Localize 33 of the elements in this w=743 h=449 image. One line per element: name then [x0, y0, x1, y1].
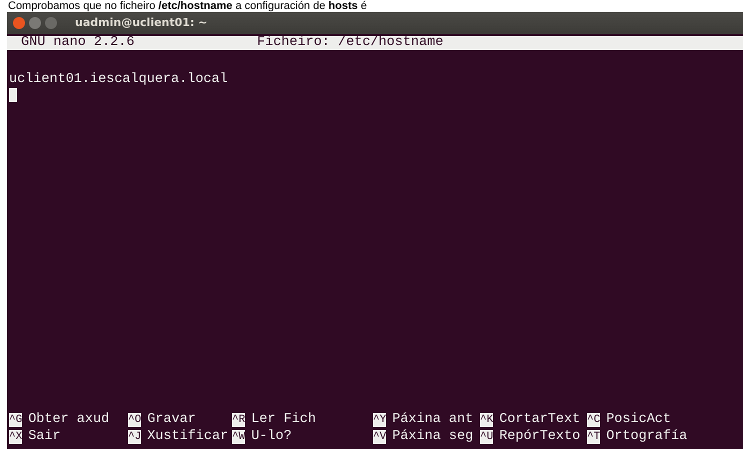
close-button[interactable] [13, 17, 25, 29]
text-line: uclient01.iescalquera.local [9, 72, 228, 88]
shortcut-label: Ortografía [606, 428, 688, 444]
shortcut-key: ^T [587, 430, 600, 444]
shortcut-label: PosicAct [606, 412, 672, 428]
window-title: uadmin@uclient01: ~ [75, 14, 208, 31]
shortcut-key: ^W [232, 430, 246, 444]
minimize-button[interactable] [29, 17, 41, 29]
shortcut-label: Sair [28, 428, 61, 444]
shortcut-key: ^U [480, 430, 494, 444]
shortcut-key: ^K [480, 412, 494, 426]
shortcut-key: ^Y [373, 412, 386, 426]
shortcut-label: Ler Fich [251, 412, 316, 428]
shortcut-label: Obter axud [28, 412, 110, 428]
shortcut-key: ^V [373, 430, 386, 444]
nano-version: GNU nano 2.2.6 [21, 36, 136, 50]
shortcut-key: ^R [232, 412, 246, 426]
shortcut-label: RepórTexto [499, 428, 580, 444]
shortcut-label: Páxina seg [392, 428, 474, 444]
shortcut-key: ^G [9, 412, 22, 426]
shortcut-label: Páxina ant [392, 412, 474, 428]
shortcut-key: ^O [128, 412, 142, 426]
text-cursor [9, 88, 17, 102]
shortcut-label: CortarText [499, 412, 580, 428]
maximize-button[interactable] [45, 17, 57, 29]
file-name: Ficheiro: /etc/hostname [257, 36, 444, 50]
caption-text: Comprobamos que no ficheiro /etc/hostname a configuración de hosts é [7, 0, 367, 12]
shortcut-label: Gravar [147, 412, 196, 428]
shortcut-key: ^C [587, 412, 600, 426]
shortcut-key: ^X [9, 430, 22, 444]
shortcut-key: ^J [128, 430, 142, 444]
shortcut-label: U-lo? [251, 428, 292, 444]
shortcut-label: Xustificar [147, 428, 228, 444]
